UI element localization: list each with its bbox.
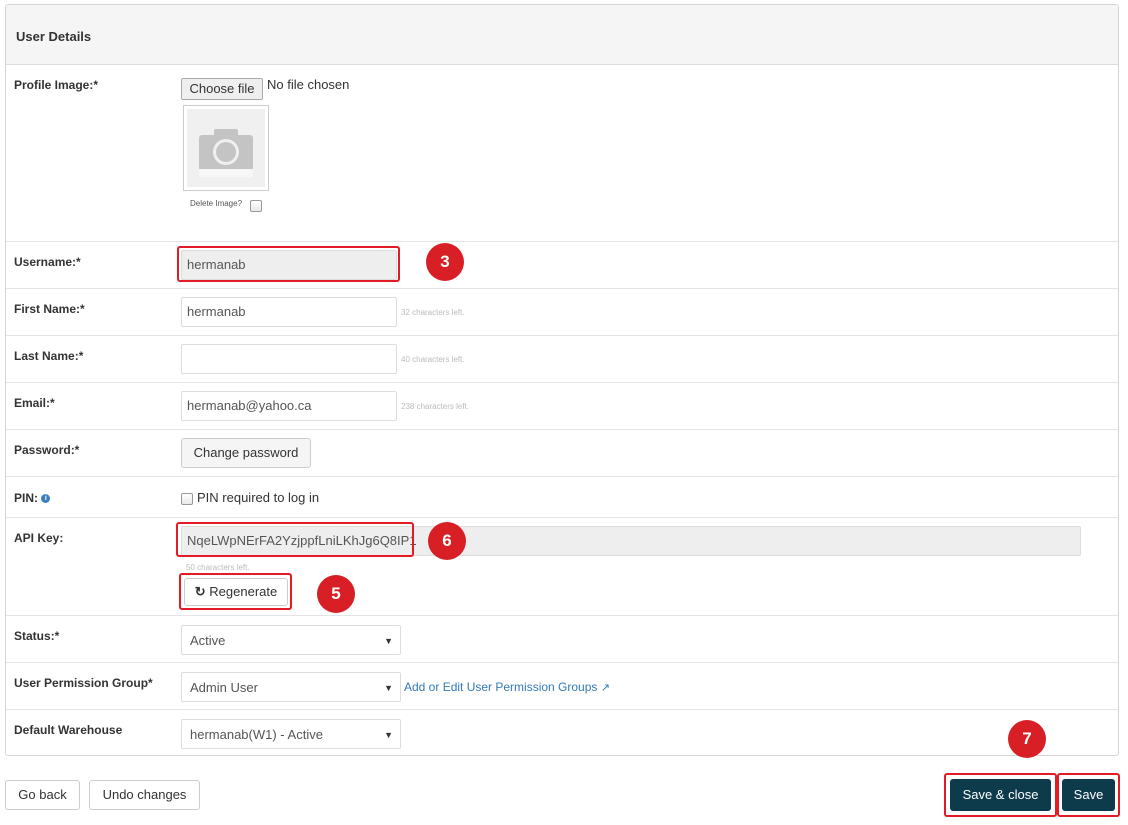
no-file-text: No file chosen (267, 77, 350, 92)
edit-permission-groups-link[interactable]: Add or Edit User Permission Groups ↗ (404, 680, 610, 694)
password-label: Password:* (14, 443, 80, 457)
caret-down-icon: ▼ (384, 683, 393, 693)
permission-group-label: User Permission Group* (14, 676, 153, 690)
annotation-badge-6: 6 (428, 522, 466, 560)
api-key-hint: 50 characters left. (186, 563, 250, 572)
email-hint: 238 characters left. (401, 402, 470, 411)
permission-group-selected: Admin User (190, 680, 258, 695)
email-row: Email:* hermanab@yahoo.ca 238 characters… (6, 383, 1118, 430)
annotation-badge-3: 3 (426, 243, 464, 281)
annotation-badge-5: 5 (317, 575, 355, 613)
user-details-panel: User Details Profile Image:* Choose file… (5, 4, 1119, 756)
profile-image-preview (183, 105, 269, 191)
last-name-row: Last Name:* 40 characters left. (6, 336, 1118, 383)
last-name-field[interactable] (181, 344, 397, 374)
permission-group-select[interactable]: Admin User ▼ (181, 672, 401, 702)
go-back-button[interactable]: Go back (5, 780, 80, 810)
warehouse-selected: hermanab(W1) - Active (190, 727, 323, 742)
status-selected: Active (190, 633, 226, 648)
profile-image-row: Profile Image:* Choose file No file chos… (6, 66, 1118, 242)
external-link-icon: ↗ (600, 682, 610, 694)
panel-title: User Details (6, 5, 1118, 65)
username-row: Username:* hermanab (6, 242, 1118, 289)
delete-image-label: Delete Image? (190, 199, 243, 208)
status-row: Status:* Active ▼ (6, 616, 1118, 663)
warehouse-label: Default Warehouse (14, 723, 123, 737)
permission-group-row: User Permission Group* Admin User ▼ Add … (6, 663, 1118, 710)
status-select[interactable]: Active ▼ (181, 625, 401, 655)
last-name-hint: 40 characters left. (401, 355, 465, 364)
email-label: Email:* (14, 396, 55, 410)
pin-label: PIN: i (14, 491, 51, 505)
first-name-row: First Name:* hermanab 32 characters left… (6, 289, 1118, 336)
status-label: Status:* (14, 629, 60, 643)
annotation-badge-7: 7 (1008, 720, 1046, 758)
info-icon: i (41, 494, 51, 504)
save-close-button[interactable]: Save & close (950, 779, 1051, 811)
api-key-label: API Key: (14, 531, 64, 545)
first-name-field[interactable]: hermanab (181, 297, 397, 327)
caret-down-icon: ▼ (384, 636, 393, 646)
password-row: Password:* Change password (6, 430, 1118, 477)
change-password-button[interactable]: Change password (181, 438, 311, 468)
last-name-label: Last Name:* (14, 349, 84, 363)
undo-changes-button[interactable]: Undo changes (89, 780, 200, 810)
choose-file-button[interactable]: Choose file (181, 78, 263, 100)
api-key-row: API Key: NqeLWpNErFA2YzjppfLniLKhJg6Q8IP… (6, 518, 1118, 616)
regenerate-highlight (179, 573, 292, 610)
pin-required-checkbox[interactable] (181, 493, 193, 505)
first-name-label: First Name:* (14, 302, 85, 316)
delete-image-checkbox[interactable] (250, 200, 262, 212)
edit-permission-groups-label: Add or Edit User Permission Groups (404, 680, 598, 694)
warehouse-row: Default Warehouse hermanab(W1) - Active … (6, 710, 1118, 755)
warehouse-select[interactable]: hermanab(W1) - Active ▼ (181, 719, 401, 749)
camera-icon (187, 109, 265, 187)
save-button[interactable]: Save (1062, 779, 1115, 811)
username-label: Username:* (14, 255, 81, 269)
api-key-highlight (176, 522, 414, 557)
pin-row: PIN: i PIN required to log in (6, 477, 1118, 518)
caret-down-icon: ▼ (384, 730, 393, 740)
email-field[interactable]: hermanab@yahoo.ca (181, 391, 397, 421)
first-name-hint: 32 characters left. (401, 308, 465, 317)
pin-label-text: PIN: (14, 491, 38, 505)
profile-image-label: Profile Image:* (14, 78, 99, 92)
username-highlight (177, 246, 400, 282)
pin-required-label: PIN required to log in (197, 490, 320, 505)
